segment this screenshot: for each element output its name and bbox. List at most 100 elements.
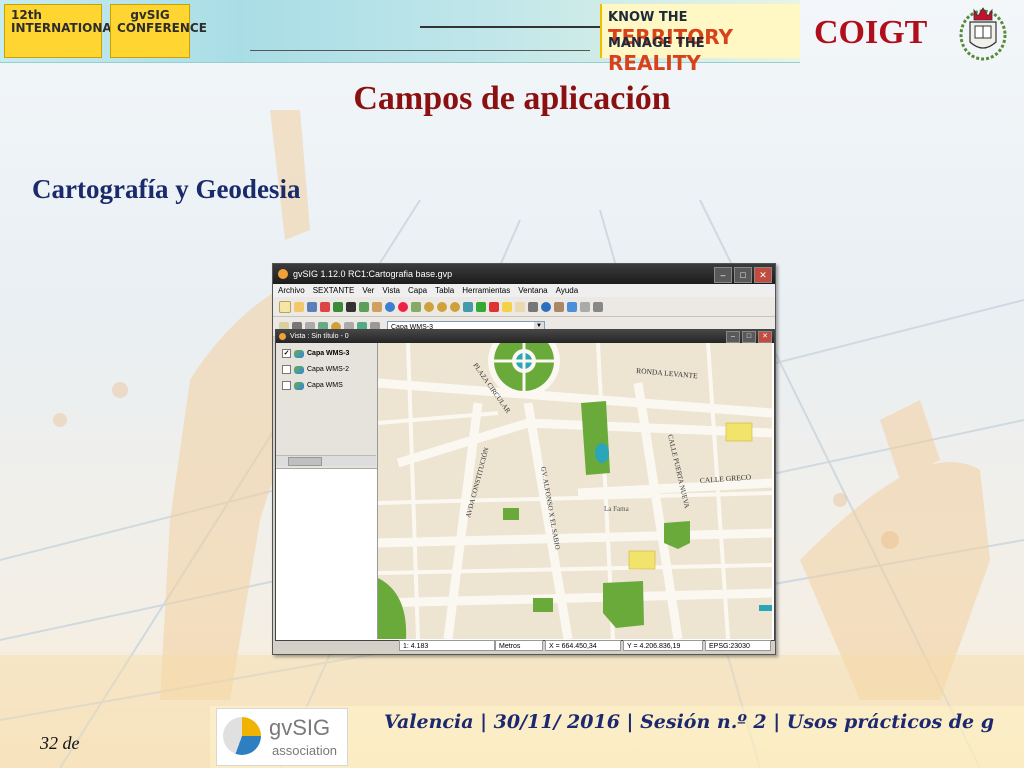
banner-divider bbox=[420, 26, 610, 28]
y-coordinate: Y = 4.206.836,19 bbox=[623, 640, 703, 651]
tools-icon[interactable] bbox=[593, 301, 603, 312]
menu-tabla[interactable]: Tabla bbox=[435, 284, 454, 297]
units-value: Metros bbox=[499, 643, 521, 650]
scale-value: 1: 4.183 bbox=[403, 643, 429, 650]
view-close-button[interactable]: ✕ bbox=[758, 331, 772, 343]
map-graphic: PLAZA CIRCULAR RONDA LEVANTE AVDA CONSTI… bbox=[378, 343, 772, 639]
conference-banner: 12th INTERNATIONAL gvSIG CONFERENCE KNOW… bbox=[0, 0, 800, 75]
gvsig-app-icon bbox=[278, 269, 288, 279]
tagline-know: KNOW THE bbox=[608, 10, 688, 25]
zoom-select-icon[interactable] bbox=[489, 301, 499, 312]
layer-checkbox[interactable] bbox=[282, 381, 291, 390]
layer-item-wms2[interactable]: Capa WMS-2 bbox=[282, 365, 349, 374]
maximize-button[interactable]: □ bbox=[734, 267, 752, 283]
view-title: Vista : Sin título - 0 bbox=[290, 333, 349, 340]
select-icon[interactable] bbox=[502, 301, 512, 312]
menu-sextante[interactable]: SEXTANTE bbox=[313, 284, 355, 297]
gvsig-conference-badge: gvSIG CONFERENCE bbox=[110, 4, 207, 58]
view-maximize-button[interactable]: □ bbox=[742, 331, 756, 343]
menu-vista[interactable]: Vista bbox=[382, 284, 400, 297]
menu-capa[interactable]: Capa bbox=[408, 284, 427, 297]
minimize-button[interactable]: – bbox=[714, 267, 732, 283]
table-icon[interactable] bbox=[372, 301, 382, 312]
international-badge: 12th INTERNATIONAL bbox=[4, 4, 119, 58]
wms-layer-icon bbox=[294, 349, 304, 358]
map-canvas[interactable]: PLAZA CIRCULAR RONDA LEVANTE AVDA CONSTI… bbox=[378, 343, 772, 639]
slide-subtitle: Cartografía y Geodesia bbox=[32, 174, 301, 204]
banner-tagline: KNOW THE TERRITORY MANAGE THE REALITY bbox=[600, 4, 800, 75]
add-layer-icon[interactable] bbox=[333, 301, 343, 312]
distance-icon[interactable] bbox=[554, 301, 564, 312]
pan-icon[interactable] bbox=[463, 301, 473, 312]
zoom-extent-icon[interactable] bbox=[450, 301, 460, 312]
sextante-icon[interactable] bbox=[320, 301, 330, 312]
epsg-field: EPSG:23030 bbox=[705, 640, 771, 651]
window-controls: – □ ✕ bbox=[714, 267, 772, 283]
window-titlebar[interactable]: gvSIG 1.12.0 RC1:Cartografia base.gvp – … bbox=[273, 264, 775, 284]
scale-field[interactable]: 1: 4.183 bbox=[399, 640, 495, 651]
wms-layer-icon bbox=[294, 381, 304, 390]
menu-herramientas[interactable]: Herramientas bbox=[462, 284, 510, 297]
map-label-fama: La Fama bbox=[604, 505, 630, 513]
window-title: gvSIG 1.12.0 RC1:Cartografia base.gvp bbox=[293, 269, 453, 279]
help-icon[interactable] bbox=[385, 301, 395, 312]
status-bar: 1: 4.183 Metros X = 664.450,34 Y = 4.206… bbox=[275, 640, 773, 652]
map-view-window: Vista : Sin título - 0 – □ ✕ ✓ Capa WMS-… bbox=[275, 329, 775, 641]
tagline-manage: MANAGE THE bbox=[608, 36, 705, 51]
tagline-reality: REALITY bbox=[608, 51, 701, 75]
navigation-icon[interactable] bbox=[411, 301, 421, 312]
open-folder-icon[interactable] bbox=[294, 301, 304, 312]
print-icon[interactable] bbox=[346, 301, 356, 312]
info-icon[interactable] bbox=[541, 301, 551, 312]
measure-icon[interactable] bbox=[528, 301, 538, 312]
gvsig-logo-icon bbox=[223, 717, 261, 755]
hand-icon[interactable] bbox=[515, 301, 525, 312]
banner-divider bbox=[250, 50, 590, 51]
view-controls: – □ ✕ bbox=[726, 331, 772, 343]
layer-checkbox[interactable] bbox=[282, 365, 291, 374]
layer-name: Capa WMS-2 bbox=[307, 366, 350, 373]
page-number: 32 de bbox=[40, 733, 80, 753]
layer-item-wms[interactable]: Capa WMS bbox=[282, 381, 343, 390]
epsg-value: EPSG:23030 bbox=[709, 643, 750, 650]
gvsig-association-logo: gvSIG association bbox=[216, 708, 348, 766]
zoom-out-icon[interactable] bbox=[437, 301, 447, 312]
view-icon bbox=[279, 333, 286, 340]
menu-ver[interactable]: Ver bbox=[362, 284, 374, 297]
tagline-line-2: MANAGE THE REALITY bbox=[608, 36, 800, 75]
layer-list: ✓ Capa WMS-3 Capa WMS-2 Capa WMS bbox=[276, 343, 377, 469]
menu-ayuda[interactable]: Ayuda bbox=[556, 284, 579, 297]
toc-scrollbar[interactable] bbox=[276, 455, 376, 466]
org-name: COIGT bbox=[814, 14, 928, 51]
view-titlebar[interactable]: Vista : Sin título - 0 – □ ✕ bbox=[276, 330, 774, 343]
view-minimize-button[interactable]: – bbox=[726, 331, 740, 343]
layer-name: Capa WMS bbox=[307, 382, 343, 389]
layer-name: Capa WMS-3 bbox=[307, 350, 350, 357]
coat-of-arms-icon bbox=[959, 7, 1007, 61]
scrollbar-thumb[interactable] bbox=[288, 457, 322, 466]
menu-ventana[interactable]: Ventana bbox=[518, 284, 547, 297]
x-coordinate: X = 664.450,34 bbox=[545, 640, 621, 651]
new-file-icon[interactable] bbox=[279, 300, 291, 313]
close-button[interactable]: ✕ bbox=[754, 267, 772, 283]
layer-checkbox[interactable]: ✓ bbox=[282, 349, 291, 358]
main-toolbar bbox=[273, 297, 775, 317]
units-field[interactable]: Metros bbox=[495, 640, 543, 651]
gvsig-window: gvSIG 1.12.0 RC1:Cartografia base.gvp – … bbox=[272, 263, 776, 655]
logo-name: gvSIG bbox=[269, 715, 331, 740]
save-icon[interactable] bbox=[307, 301, 317, 312]
edit-icon[interactable] bbox=[359, 301, 369, 312]
locator-icon[interactable] bbox=[580, 301, 590, 312]
zoom-all-icon[interactable] bbox=[476, 301, 486, 312]
stop-icon[interactable] bbox=[398, 301, 408, 312]
zoom-in-icon[interactable] bbox=[424, 301, 434, 312]
table-of-contents: ✓ Capa WMS-3 Capa WMS-2 Capa WMS bbox=[276, 343, 378, 639]
wms-layer-icon bbox=[294, 365, 304, 374]
layer-item-wms3[interactable]: ✓ Capa WMS-3 bbox=[282, 349, 349, 358]
footer-caption: Valencia | 30/11/ 2016 | Sesión n.º 2 | … bbox=[384, 711, 995, 733]
slide-title: Campos de aplicación bbox=[353, 80, 671, 117]
area-icon[interactable] bbox=[567, 301, 577, 312]
y-value: Y = 4.206.836,19 bbox=[627, 643, 681, 650]
menu-archivo[interactable]: Archivo bbox=[278, 284, 305, 297]
logo-subtitle: association bbox=[272, 743, 338, 758]
